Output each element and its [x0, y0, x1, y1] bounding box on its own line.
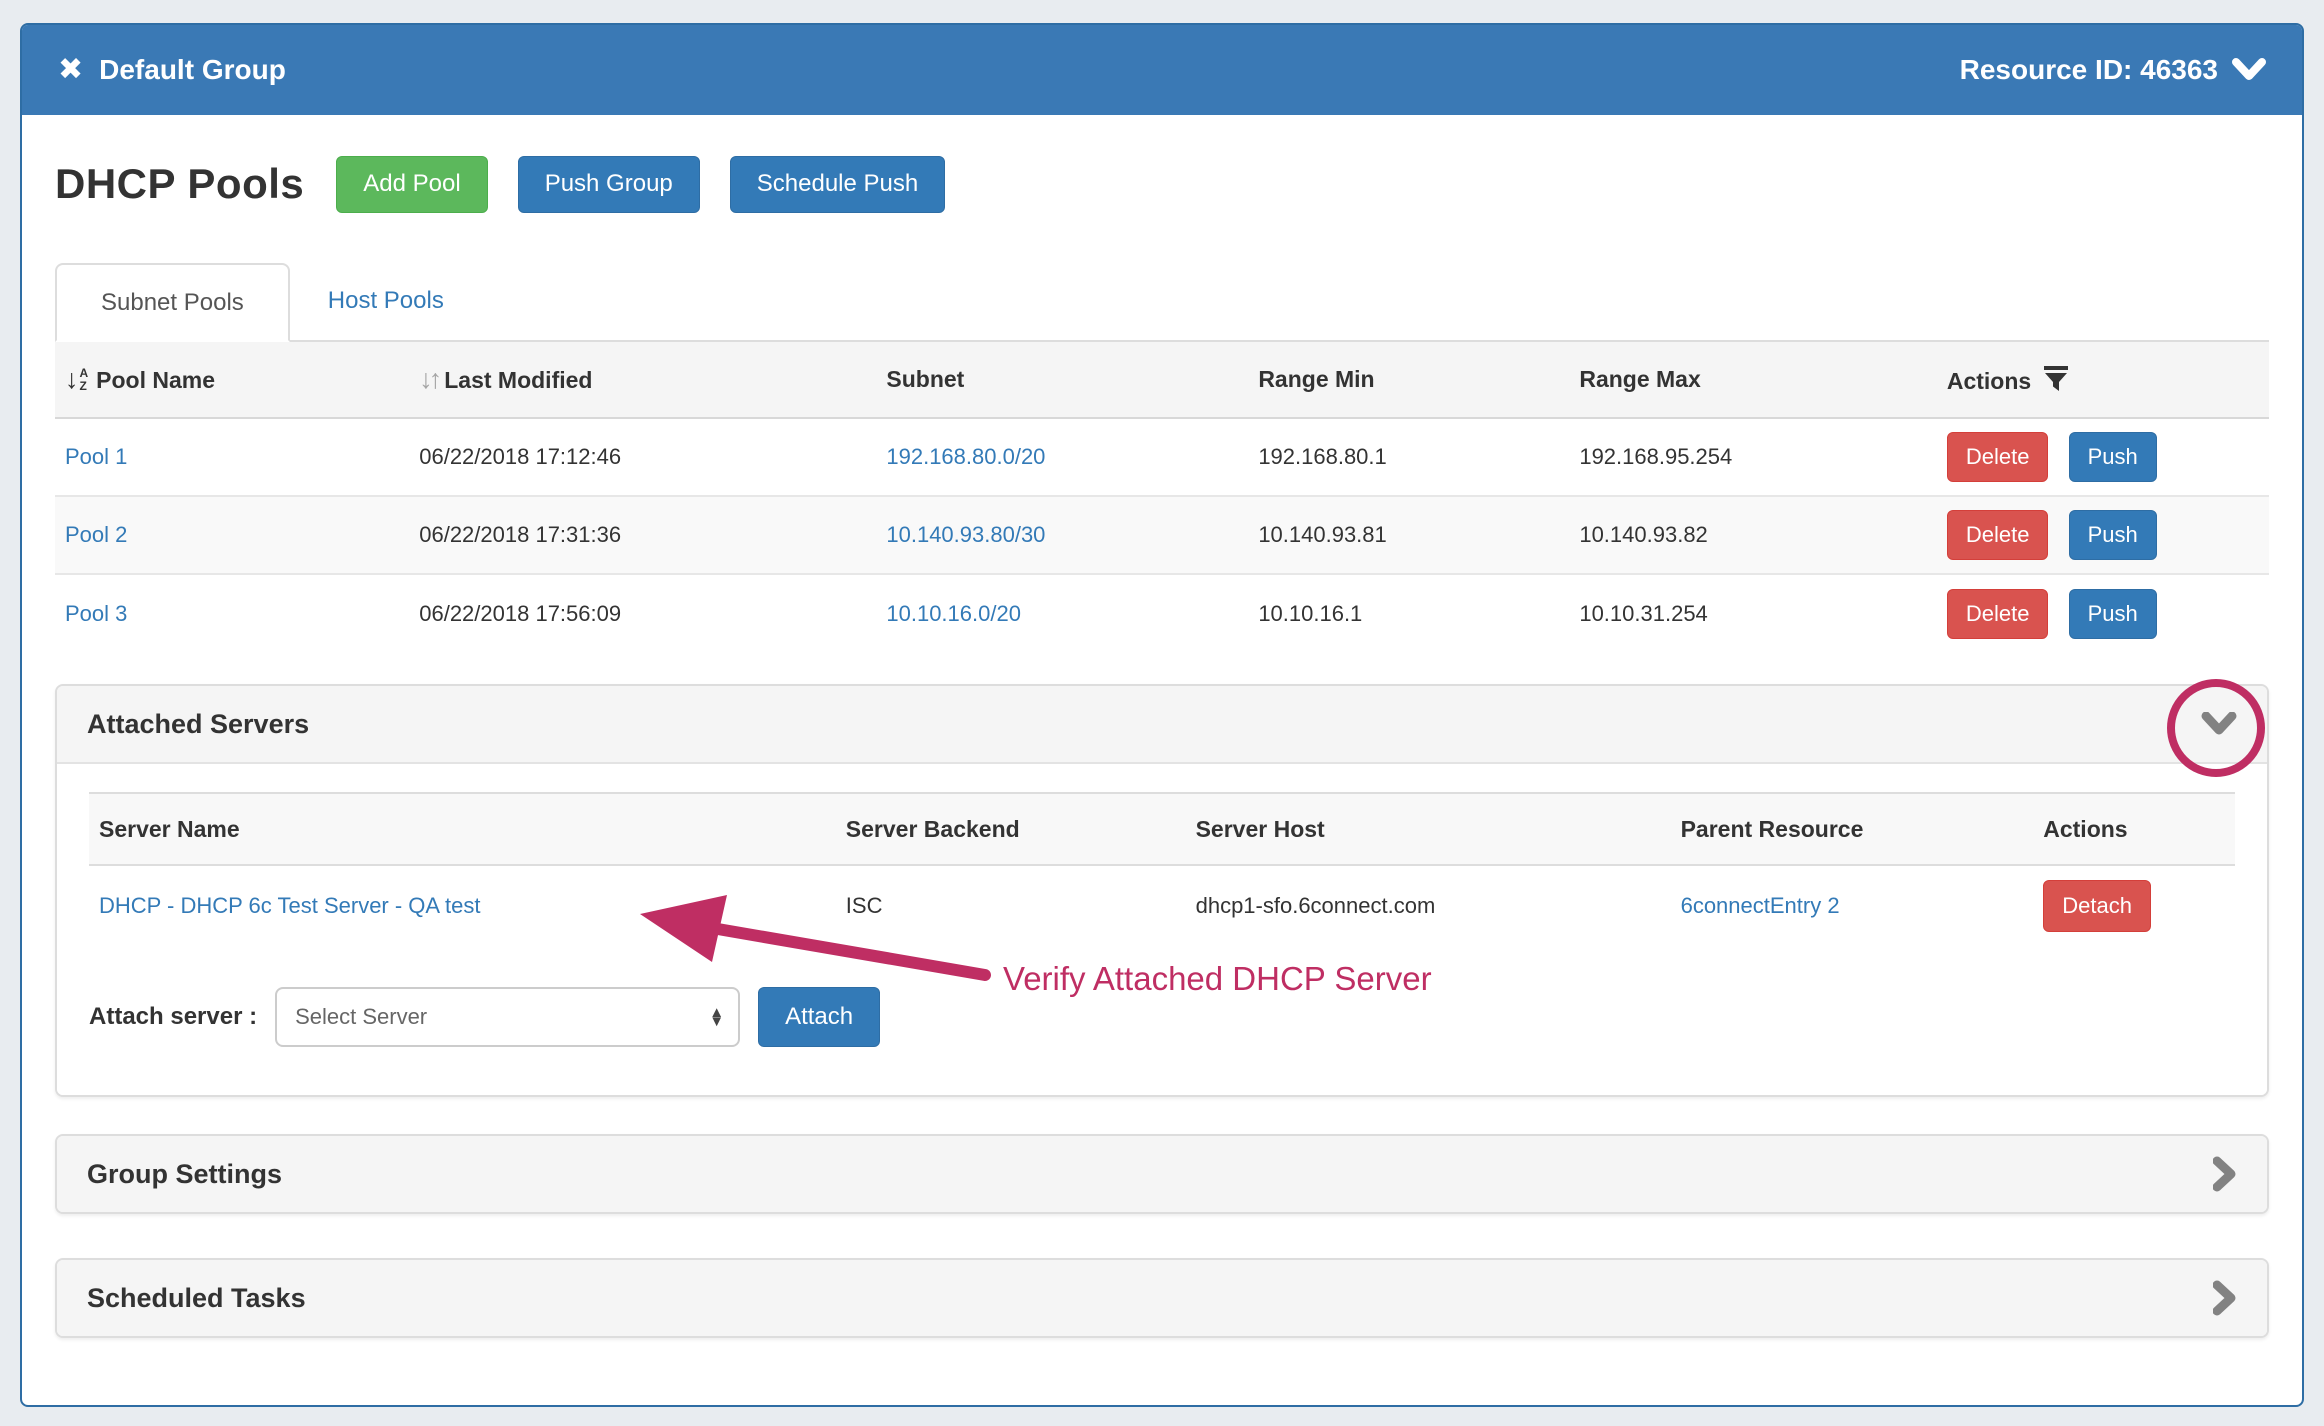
col-server-host: Server Host [1186, 793, 1671, 865]
subnet-link[interactable]: 10.10.16.0/20 [886, 601, 1021, 626]
server-row: DHCP - DHCP 6c Test Server - QA test ISC… [89, 865, 2235, 945]
panel-title: Attached Servers [87, 709, 309, 740]
last-modified-cell: 06/22/2018 17:31:36 [409, 496, 876, 574]
select-stepper-icon: ▲▼ [709, 1008, 724, 1027]
range-min-cell: 192.168.80.1 [1248, 418, 1569, 496]
sort-alpha-icon[interactable]: ↓AZ [65, 364, 88, 395]
close-icon[interactable]: ✖ [58, 55, 83, 85]
attach-server-row: Attach server : Select Server ▲▼ Attach [89, 987, 2235, 1047]
tab-subnet-pools[interactable]: Subnet Pools [55, 263, 290, 342]
group-settings-panel: Group Settings [55, 1134, 2269, 1214]
attached-servers-panel: Attached Servers Server Name Server [55, 684, 2269, 1097]
schedule-push-button[interactable]: Schedule Push [730, 156, 945, 213]
range-max-cell: 10.140.93.82 [1569, 496, 1937, 574]
servers-table: Server Name Server Backend Server Host P… [89, 792, 2235, 945]
pool-tabs: Subnet Pools Host Pools [55, 262, 2269, 342]
tab-host-pools[interactable]: Host Pools [290, 261, 482, 340]
col-pool-name[interactable]: ↓AZPool Name [55, 342, 409, 418]
detach-button[interactable]: Detach [2043, 880, 2151, 932]
push-button[interactable]: Push [2069, 432, 2157, 482]
parent-resource-link[interactable]: 6connectEntry 2 [1681, 893, 1840, 918]
col-range-min: Range Min [1248, 342, 1569, 418]
pools-table: ↓AZPool Name ↓↑Last Modified Subnet Rang… [55, 342, 2269, 652]
table-row: Pool 1 06/22/2018 17:12:46 192.168.80.0/… [55, 418, 2269, 496]
pools-table-header: ↓AZPool Name ↓↑Last Modified Subnet Rang… [55, 342, 2269, 418]
scheduled-tasks-header[interactable]: Scheduled Tasks [57, 1260, 2267, 1336]
page: ✖ Default Group Resource ID: 46363 DHCP … [0, 0, 2324, 1426]
chevron-right-icon[interactable] [2213, 1156, 2237, 1192]
panel-title: Scheduled Tasks [87, 1283, 306, 1314]
last-modified-cell: 06/22/2018 17:12:46 [409, 418, 876, 496]
group-settings-header[interactable]: Group Settings [57, 1136, 2267, 1212]
col-range-max: Range Max [1569, 342, 1937, 418]
chevron-down-icon[interactable] [2201, 712, 2237, 736]
select-value: Select Server [295, 1004, 427, 1030]
range-min-cell: 10.140.93.81 [1248, 496, 1569, 574]
col-actions: Actions [1937, 342, 2269, 418]
col-parent-resource: Parent Resource [1671, 793, 2034, 865]
title-row: DHCP Pools Add Pool Push Group Schedule … [55, 153, 2269, 215]
sort-arrows-icon[interactable]: ↓↑ [419, 364, 438, 394]
table-row: Pool 2 06/22/2018 17:31:36 10.140.93.80/… [55, 496, 2269, 574]
group-window: ✖ Default Group Resource ID: 46363 DHCP … [20, 23, 2304, 1407]
attached-servers-body: Server Name Server Backend Server Host P… [57, 762, 2267, 1095]
push-button[interactable]: Push [2069, 510, 2157, 560]
delete-button[interactable]: Delete [1947, 432, 2049, 482]
table-row: Pool 3 06/22/2018 17:56:09 10.10.16.0/20… [55, 574, 2269, 652]
delete-button[interactable]: Delete [1947, 510, 2049, 560]
col-server-backend: Server Backend [836, 793, 1186, 865]
col-server-actions: Actions [2033, 793, 2235, 865]
servers-table-header: Server Name Server Backend Server Host P… [89, 793, 2235, 865]
page-title: DHCP Pools [55, 160, 304, 208]
subnet-link[interactable]: 10.140.93.80/30 [886, 522, 1045, 547]
panel-title: Group Settings [87, 1159, 282, 1190]
last-modified-cell: 06/22/2018 17:56:09 [409, 574, 876, 652]
pool-link[interactable]: Pool 3 [65, 601, 127, 626]
resource-id-label: Resource ID: 46363 [1960, 54, 2218, 86]
col-subnet: Subnet [876, 342, 1248, 418]
attach-server-label: Attach server : [89, 1003, 257, 1031]
add-pool-button[interactable]: Add Pool [336, 156, 487, 213]
attach-button[interactable]: Attach [758, 987, 880, 1047]
col-server-name: Server Name [89, 793, 836, 865]
range-max-cell: 192.168.95.254 [1569, 418, 1937, 496]
push-group-button[interactable]: Push Group [518, 156, 700, 213]
subnet-link[interactable]: 192.168.80.0/20 [886, 444, 1045, 469]
chevron-right-icon[interactable] [2213, 1280, 2237, 1316]
delete-button[interactable]: Delete [1947, 589, 2049, 639]
range-max-cell: 10.10.31.254 [1569, 574, 1937, 652]
window-header: ✖ Default Group Resource ID: 46363 [22, 25, 2302, 115]
server-backend-cell: ISC [836, 865, 1186, 945]
push-button[interactable]: Push [2069, 589, 2157, 639]
server-host-cell: dhcp1-sfo.6connect.com [1186, 865, 1671, 945]
pool-link[interactable]: Pool 1 [65, 444, 127, 469]
chevron-down-icon[interactable] [2232, 58, 2266, 82]
attach-server-select[interactable]: Select Server ▲▼ [275, 987, 740, 1047]
window-title: Default Group [99, 54, 286, 86]
filter-icon[interactable] [2043, 365, 2069, 392]
col-last-modified[interactable]: ↓↑Last Modified [409, 342, 876, 418]
scheduled-tasks-panel: Scheduled Tasks [55, 1258, 2269, 1338]
server-name-link[interactable]: DHCP - DHCP 6c Test Server - QA test [99, 893, 480, 918]
attached-servers-header[interactable]: Attached Servers [57, 686, 2267, 762]
pool-link[interactable]: Pool 2 [65, 522, 127, 547]
range-min-cell: 10.10.16.1 [1248, 574, 1569, 652]
